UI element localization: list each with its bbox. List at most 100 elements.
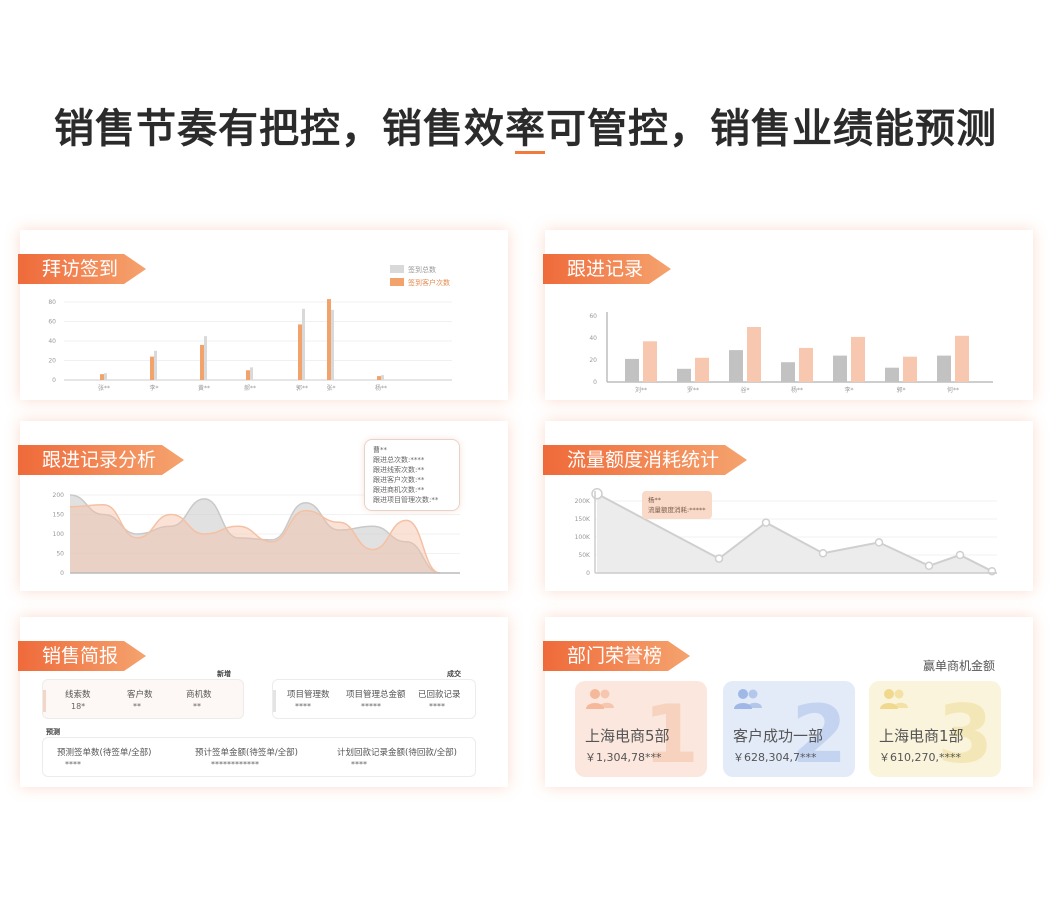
data-point xyxy=(591,488,603,500)
bar-series-b xyxy=(799,347,813,382)
legend-label: 签到客户次数 xyxy=(408,278,450,287)
stat-label: 预测签单数(待签单/全部) xyxy=(57,748,152,758)
bar-total xyxy=(204,336,207,380)
bar-customer xyxy=(200,344,204,380)
page-title: 销售节奏有把控，销售效率可管控，销售业绩能预测 xyxy=(54,106,997,152)
y-tick-label: 200K xyxy=(575,498,591,505)
bar-series-b xyxy=(955,335,969,382)
x-tick-label: 李* xyxy=(844,386,853,394)
stat-value: 18* xyxy=(71,702,86,711)
y-tick-label: 100K xyxy=(575,534,591,541)
bar-series-a xyxy=(729,350,743,382)
follow-record-card: 跟进记录 0 20 40 60 刘** 罗** 谷* 杨** 李* 郭* 何** xyxy=(545,230,1033,400)
follow-analysis-tooltip: 曹** 跟进总次数:**** 跟进线索次数:** 跟进客户次数:** 跟进商机次… xyxy=(364,439,460,511)
y-tick-label: 0 xyxy=(593,379,597,386)
honor-title: 部门荣誉榜 xyxy=(543,641,690,671)
y-tick-label: 50 xyxy=(56,551,64,558)
data-point xyxy=(761,518,771,527)
y-tick-label: 50K xyxy=(578,552,591,559)
bar-customer xyxy=(100,374,104,380)
x-tick-label: 谷* xyxy=(740,386,749,394)
y-tick-label: 200 xyxy=(53,492,65,499)
tooltip-name: 曹** xyxy=(373,446,387,454)
bar-series-a xyxy=(625,358,639,382)
data-point xyxy=(924,561,934,571)
data-point xyxy=(714,554,724,563)
box-accent xyxy=(273,690,276,712)
traffic-tooltip-line: 流量额度消耗:***** xyxy=(648,506,706,514)
stat-label: 线索数 xyxy=(65,690,91,700)
bar-series-b xyxy=(643,341,657,382)
data-point xyxy=(874,538,884,547)
stat-label: 客户数 xyxy=(127,690,153,700)
stat-label: 项目管理总金额 xyxy=(346,690,406,700)
sales-report-title: 销售简报 xyxy=(18,641,146,671)
traffic-card: 流量额度消耗统计 0 50K 100K 150K 200K 杨** 流量额度消耗:***… xyxy=(545,421,1033,591)
tooltip-line: 跟进客户次数:** xyxy=(373,476,425,484)
bar-customer xyxy=(298,324,302,380)
bar-total xyxy=(331,309,334,380)
y-tick-label: 0 xyxy=(52,377,56,384)
deal-stats-box: 项目管理数 **** 项目管理总金额 ***** 已回款记录 **** xyxy=(272,679,476,719)
stat-value: **** xyxy=(295,702,311,711)
bar-customer xyxy=(377,376,381,380)
stat-value: ***** xyxy=(361,702,381,711)
bar-series-b xyxy=(747,327,761,382)
bar-total xyxy=(381,375,384,380)
legend-swatch-customer xyxy=(390,278,404,286)
dept-amount: ￥628,304,7*** xyxy=(733,751,817,764)
dept-card-rank-1[interactable]: 1 上海电商5部 ￥1,304,78*** xyxy=(575,681,707,777)
dept-name: 上海电商1部 xyxy=(879,727,964,745)
tooltip-line: 跟进项目管理次数:** xyxy=(373,496,439,504)
stat-value: ************ xyxy=(211,760,259,769)
stat-value: ** xyxy=(133,702,141,711)
x-tick-label: 李* xyxy=(149,384,158,392)
group-new-label: 新增 xyxy=(217,670,231,678)
bar-total xyxy=(104,373,107,380)
x-tick-label: 杨** xyxy=(791,386,803,394)
stat-value: **** xyxy=(351,760,367,769)
x-tick-label: 何** xyxy=(947,386,959,394)
traffic-chart: 0 50K 100K 150K 200K xyxy=(575,488,997,577)
box-accent xyxy=(43,690,46,712)
bar-series-a xyxy=(833,355,847,382)
y-tick-label: 0 xyxy=(60,570,64,577)
forecast-stats-box: 预测签单数(待签单/全部) **** 预计签单金额(待签单/全部) ******… xyxy=(42,737,476,777)
bar-series-a xyxy=(781,362,795,382)
stat-value: **** xyxy=(65,760,81,769)
title-underline xyxy=(515,151,545,154)
tooltip-line: 跟进线索次数:** xyxy=(373,466,425,474)
x-tick-label: 杨** xyxy=(375,384,387,392)
legend-label: 签到总数 xyxy=(408,265,436,274)
visit-checkin-card: 拜访签到 0 20 40 60 80 张** 李* 黄** 郝** 郭** 张* 杨** 签到总数 签到客… xyxy=(20,230,508,400)
group-forecast-label: 预测 xyxy=(46,728,60,736)
follow-analysis-card: 跟进记录分析 0 50 100 150 200 曹** 跟进总次数:**** 跟进线索次… xyxy=(20,421,508,591)
stat-label: 商机数 xyxy=(186,690,212,700)
bar-series-a xyxy=(937,355,951,382)
bar-customer xyxy=(246,370,250,380)
bar-series-b xyxy=(851,336,865,382)
stat-label: 预计签单金额(待签单/全部) xyxy=(195,748,298,758)
y-tick-label: 0 xyxy=(586,570,590,577)
x-tick-label: 郝** xyxy=(244,384,256,392)
bar-total xyxy=(250,367,253,380)
data-point xyxy=(955,550,965,560)
new-stats-box: 线索数 18* 客户数 ** 商机数 ** xyxy=(42,679,244,719)
dept-card-rank-2[interactable]: 2 客户成功一部 ￥628,304,7*** xyxy=(723,681,855,777)
dept-name: 上海电商5部 xyxy=(585,727,670,745)
dept-name: 客户成功一部 xyxy=(733,727,824,745)
dept-card-rank-3[interactable]: 3 上海电商1部 ￥610,270,**** xyxy=(869,681,1001,777)
bar-series-b xyxy=(695,357,709,382)
honor-card: 部门荣誉榜 赢单商机金额 1 上海电商5部 ￥1,304,78*** 2 客户成… xyxy=(545,617,1033,787)
tooltip-line: 跟进总次数:**** xyxy=(373,456,425,464)
x-tick-label: 罗** xyxy=(687,387,699,394)
x-tick-label: 郭* xyxy=(896,386,905,394)
group-deal-label: 成交 xyxy=(447,670,461,678)
traffic-tooltip-name: 杨** xyxy=(648,496,661,504)
visit-checkin-chart: 0 20 40 60 80 张** 李* 黄** 郝** 郭** 张* 杨** 签到总数签到客户次数 xyxy=(48,265,452,392)
y-tick-label: 100 xyxy=(53,531,65,538)
y-tick-label: 60 xyxy=(589,313,597,320)
bar-total xyxy=(154,350,157,380)
dept-amount: ￥610,270,**** xyxy=(879,751,961,764)
y-tick-label: 60 xyxy=(48,319,56,326)
